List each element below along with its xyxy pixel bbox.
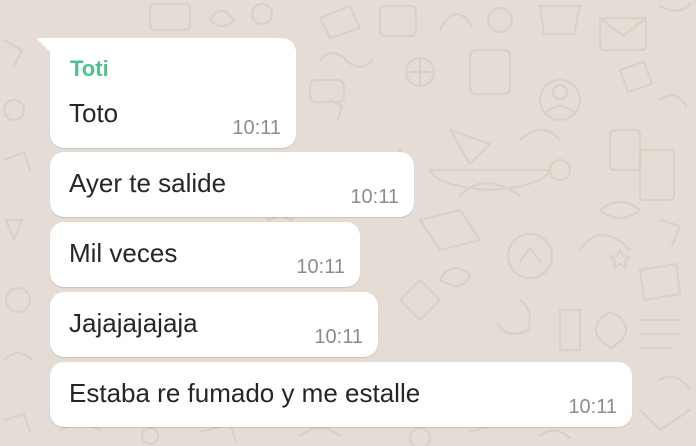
- chat-background: Toti Toto 10:11 Ayer te salide 10:11 Mil…: [0, 0, 696, 446]
- message-bubble[interactable]: Jajajajajaja 10:11: [50, 292, 378, 357]
- message-text: Mil veces: [69, 238, 178, 268]
- message-text: Estaba re fumado y me estalle: [69, 378, 421, 408]
- message-bubble[interactable]: Mil veces 10:11: [50, 222, 360, 287]
- message-bubble[interactable]: Toti Toto 10:11: [36, 38, 296, 148]
- message-time: 10:11: [232, 117, 281, 139]
- message-time: 10:11: [296, 256, 345, 278]
- sender-name[interactable]: Toti: [70, 57, 109, 81]
- message-text: Jajajajajaja: [69, 308, 198, 338]
- message-text: Toto: [69, 98, 119, 128]
- bubble-tail: [36, 38, 50, 52]
- message-time: 10:11: [568, 396, 617, 418]
- message-text: Ayer te salide: [69, 168, 227, 198]
- message-bubble[interactable]: Estaba re fumado y me estalle 10:11: [50, 362, 632, 427]
- message-bubble[interactable]: Ayer te salide 10:11: [50, 152, 414, 217]
- message-time: 10:11: [314, 326, 363, 348]
- message-time: 10:11: [350, 186, 399, 208]
